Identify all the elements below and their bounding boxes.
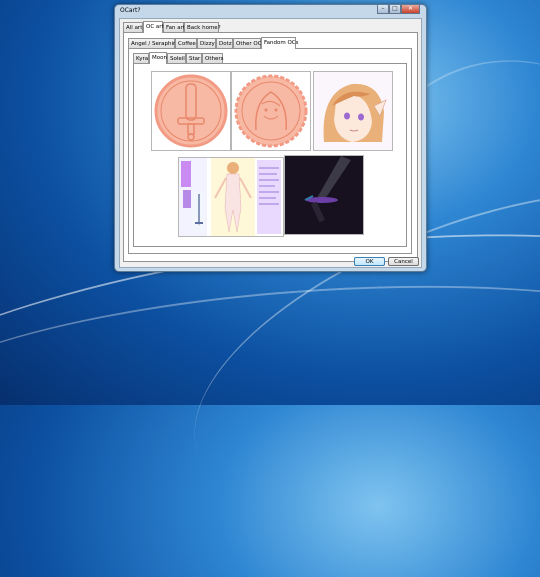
fandom-ocs-pane: Kyra Moon Soleil Star Others	[128, 48, 412, 254]
reference-sheet-image	[179, 158, 281, 236]
moon-gallery-pane	[133, 63, 407, 247]
reference-sheet-art[interactable]	[178, 157, 284, 237]
portrait-coin-art[interactable]	[231, 71, 311, 151]
tab-oc-art[interactable]: OC art	[143, 21, 164, 33]
dark-sword-art[interactable]	[284, 155, 364, 235]
tab-fan-art[interactable]: Fan art	[163, 22, 185, 32]
tab-kyra[interactable]: Kyra	[133, 53, 149, 63]
tab-other-ocs[interactable]: Other OCs	[233, 38, 264, 48]
tab-dizzy[interactable]: Dizzy	[197, 38, 216, 48]
ok-button[interactable]: OK	[354, 257, 385, 266]
tab-back-home[interactable]: Back home?	[184, 22, 221, 32]
cancel-button[interactable]: Cancel	[388, 257, 419, 266]
minimize-button[interactable]: –	[377, 5, 389, 14]
sword-coin-art[interactable]	[151, 71, 231, 151]
tab-all-art[interactable]: All art	[123, 22, 143, 32]
tab-soleil[interactable]: Soleil	[167, 53, 186, 63]
dark-sword-image	[285, 156, 363, 234]
tab-dotz[interactable]: Dotz	[216, 38, 233, 48]
tab-coffee[interactable]: Coffee	[175, 38, 197, 48]
character-face-image	[323, 83, 387, 142]
sword-coin-image	[154, 74, 228, 148]
oc-art-pane: Angel / Seraphim Coffee Dizzy Dotz Other…	[123, 32, 418, 262]
window-title: OCart?	[120, 7, 141, 14]
dialog-content: All art OC art Fan art Back home? Angel …	[119, 18, 422, 268]
tab-star[interactable]: Star	[186, 53, 202, 63]
tab-angel-seraphim[interactable]: Angel / Seraphim	[128, 38, 178, 48]
title-bar[interactable]: OCart? – □ ✕	[115, 5, 426, 17]
tab-moon[interactable]: Moon	[149, 52, 167, 64]
character-face-art[interactable]	[313, 71, 393, 151]
portrait-coin-image	[234, 74, 308, 148]
tab-others[interactable]: Others	[202, 53, 223, 63]
close-button[interactable]: ✕	[401, 5, 420, 14]
tab-fandom-ocs[interactable]: Fandom OCs	[261, 37, 299, 49]
maximize-button[interactable]: □	[389, 5, 401, 14]
dialog-window: OCart? – □ ✕ All art OC art Fan art Back…	[114, 4, 427, 272]
